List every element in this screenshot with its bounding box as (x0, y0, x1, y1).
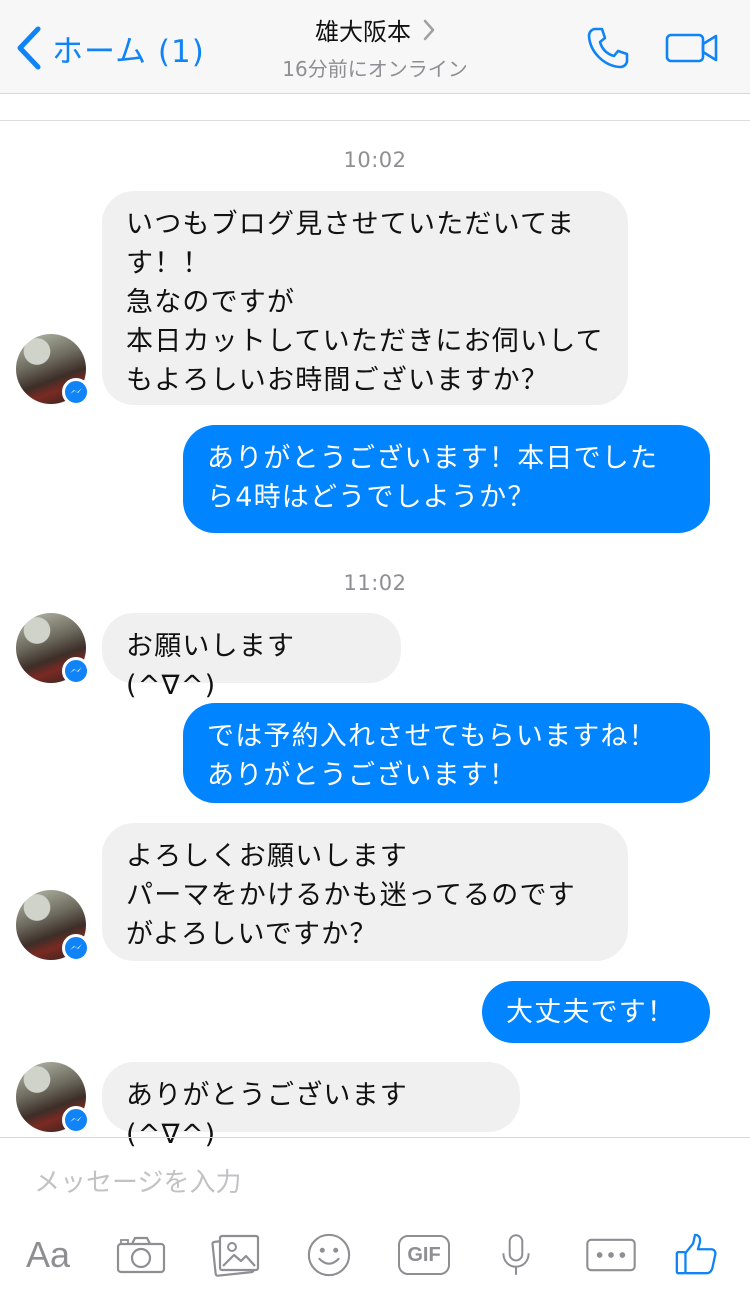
photo-button[interactable] (210, 1231, 262, 1279)
video-call-button[interactable] (664, 24, 720, 72)
messenger-badge (62, 657, 90, 685)
online-status: 16分前にオンライン (282, 57, 468, 81)
emoji-button[interactable] (305, 1231, 353, 1279)
outgoing-message[interactable]: ありがとうございます！本日でしたら4時はどうでしようか？ (183, 425, 710, 533)
chevron-left-icon (17, 26, 41, 70)
photo-icon (211, 1234, 260, 1277)
incoming-message[interactable]: お願いします(^∇^) (102, 613, 401, 701)
conversation-header: ホーム (1) 雄大阪本 16分前にオンライン (0, 0, 750, 94)
chevron-right-icon (423, 19, 435, 40)
call-button[interactable] (584, 24, 632, 72)
composer-toolbar: Aa GIF (0, 1225, 750, 1285)
more-icon (586, 1238, 636, 1272)
emoji-icon (307, 1233, 351, 1277)
back-button[interactable]: ホーム (1) (14, 22, 205, 74)
messenger-badge (62, 378, 90, 406)
gif-button[interactable]: GIF (396, 1231, 452, 1279)
messenger-badge (62, 934, 90, 962)
avatar[interactable] (16, 613, 90, 685)
camera-icon (116, 1236, 166, 1274)
composer-divider (0, 1137, 750, 1138)
avatar[interactable] (16, 890, 90, 962)
microphone-icon (502, 1234, 530, 1275)
microphone-button[interactable] (496, 1231, 536, 1279)
contact-info[interactable]: 雄大阪本 16分前にオンライン (200, 12, 550, 82)
camera-button[interactable] (115, 1231, 167, 1279)
incoming-message[interactable]: ありがとうございます(^∇^) (102, 1062, 520, 1150)
text-tool-button[interactable]: Aa (20, 1231, 76, 1279)
back-label: ホーム (1) (52, 33, 205, 70)
gif-icon: GIF (398, 1235, 450, 1275)
message-input[interactable] (34, 1160, 714, 1206)
outgoing-message[interactable]: では予約入れさせてもらいますね！ ありがとうございます！ (183, 703, 710, 803)
timestamp: 10:02 (343, 148, 407, 172)
thumbs-up-icon (675, 1233, 717, 1275)
header-divider (0, 120, 750, 121)
avatar[interactable] (16, 1062, 90, 1134)
contact-name[interactable]: 雄大阪本 (315, 12, 411, 47)
timestamp: 11:02 (343, 571, 407, 595)
messenger-badge-icon (70, 388, 82, 394)
gif-label: GIF (407, 1243, 441, 1266)
like-button[interactable] (672, 1231, 720, 1279)
avatar[interactable] (16, 334, 90, 406)
messenger-badge-icon (70, 667, 82, 673)
video-camera-icon (665, 33, 718, 63)
outgoing-message[interactable]: 大丈夫です！ (482, 981, 710, 1043)
messenger-badge-icon (70, 1116, 82, 1122)
messenger-badge (62, 1106, 90, 1134)
incoming-message[interactable]: いつもブログ見させていただいてます！！ 急なのですが 本日カットしていただきにお… (102, 191, 628, 405)
more-button[interactable] (584, 1231, 638, 1279)
phone-icon (587, 27, 629, 69)
messenger-badge-icon (70, 944, 82, 950)
incoming-message[interactable]: よろしくお願いします パーマをかけるかも迷ってるのですがよろしいですか？ (102, 823, 628, 961)
